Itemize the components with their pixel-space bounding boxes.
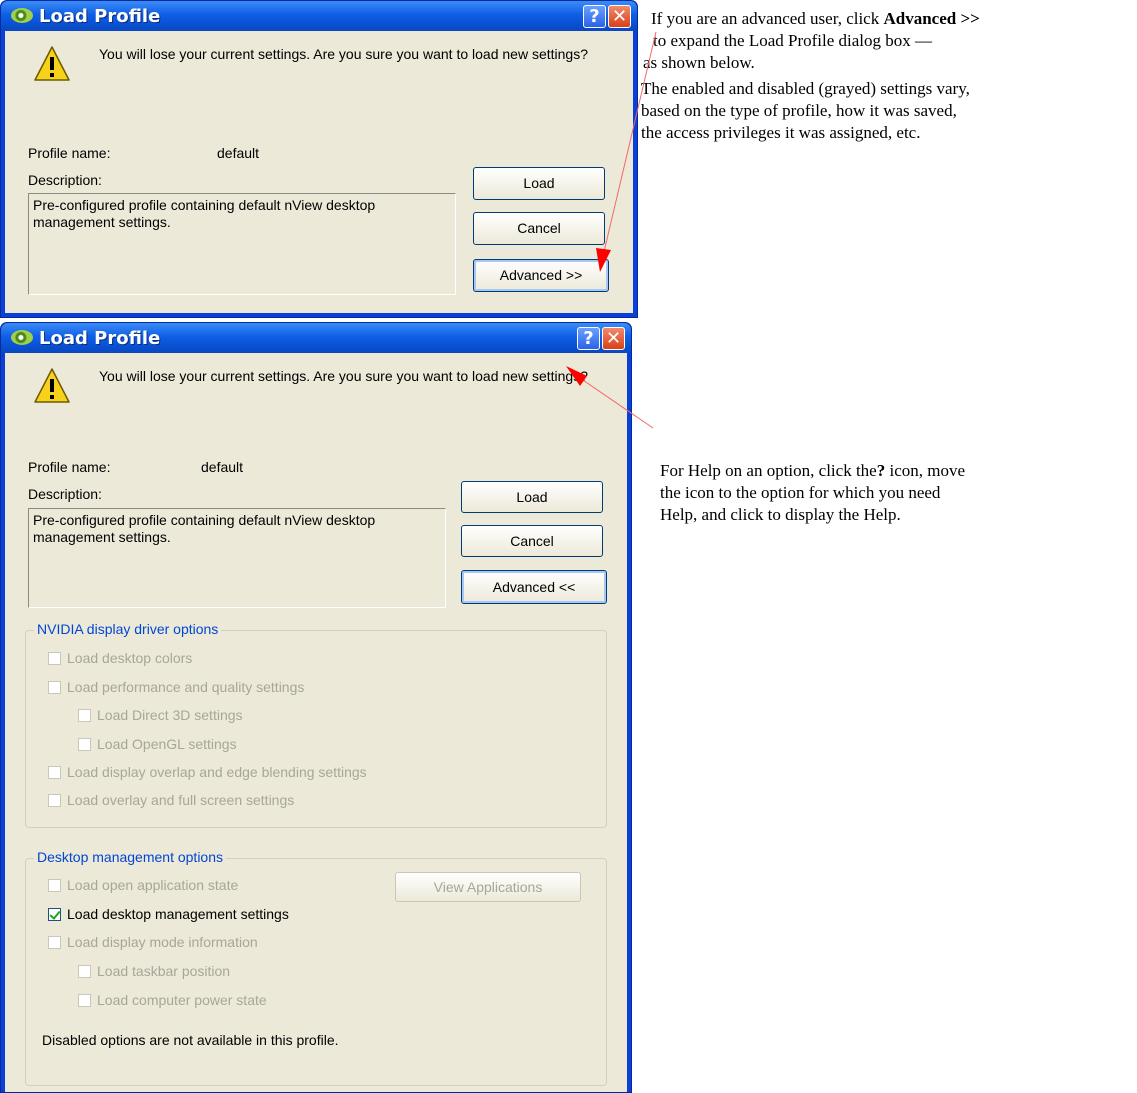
warning-message: You will lose your current settings. Are… xyxy=(99,46,588,62)
desktop-group-title: Desktop management options xyxy=(34,849,226,865)
nvidia-logo-icon xyxy=(11,330,33,345)
nvidia-options-group: NVIDIA display driver options Load deskt… xyxy=(25,621,607,828)
desktop-management-group: Desktop management options Load open app… xyxy=(25,849,607,1086)
help-icon[interactable]: ? xyxy=(577,327,600,350)
warning-icon xyxy=(34,46,70,81)
title-bar[interactable]: Load Profile ? ✕ xyxy=(1,323,631,353)
load-desktop-management-checkbox[interactable]: Load desktop management settings xyxy=(48,906,289,922)
profile-name-label: Profile name: xyxy=(28,145,111,161)
advanced-note-line1: If you are an advanced user, click Advan… xyxy=(651,9,980,28)
description-box[interactable]: Pre-configured profile containing defaul… xyxy=(28,193,456,295)
help-note-line2: the icon to the option for which you nee… xyxy=(660,483,941,502)
dialog-body: You will lose your current settings. Are… xyxy=(5,353,627,1092)
load-taskbar-position-checkbox[interactable]: Load taskbar position xyxy=(78,963,230,979)
advanced-note-line5: based on the type of profile, how it was… xyxy=(641,101,957,120)
warning-message: You will lose your current settings. Are… xyxy=(99,368,588,384)
load-direct3d-checkbox[interactable]: Load Direct 3D settings xyxy=(78,707,243,723)
description-label: Description: xyxy=(28,486,102,502)
advanced-note-line6: the access privileges it was assigned, e… xyxy=(641,123,921,142)
advanced-note: If you are an advanced user, click Advan… xyxy=(641,8,980,144)
close-icon[interactable]: ✕ xyxy=(602,327,625,350)
load-display-mode-checkbox[interactable]: Load display mode information xyxy=(48,934,258,950)
load-opengl-checkbox[interactable]: Load OpenGL settings xyxy=(78,736,237,752)
advanced-note-line4: The enabled and disabled (grayed) settin… xyxy=(641,79,970,98)
load-button[interactable]: Load xyxy=(473,167,605,200)
load-desktop-colors-checkbox[interactable]: Load desktop colors xyxy=(48,650,192,666)
advanced-note-line2: to expand the Load Profile dialog box — xyxy=(653,31,933,50)
disabled-options-note: Disabled options are not available in th… xyxy=(42,1032,339,1048)
load-display-overlap-checkbox[interactable]: Load display overlap and edge blending s… xyxy=(48,764,367,780)
profile-name-value: default xyxy=(201,459,244,475)
load-computer-power-state-checkbox[interactable]: Load computer power state xyxy=(78,992,267,1008)
view-applications-button[interactable]: View Applications xyxy=(395,872,581,902)
load-open-app-state-checkbox[interactable]: Load open application state xyxy=(48,877,238,893)
load-profile-dialog-collapsed: Load Profile ? ✕ You will lose your curr… xyxy=(0,0,638,318)
dialog-title: Load Profile xyxy=(39,328,161,349)
load-profile-dialog-expanded: Load Profile ? ✕ You will lose your curr… xyxy=(0,322,632,1093)
load-button[interactable]: Load xyxy=(461,481,603,513)
profile-name-value: default xyxy=(217,145,260,161)
profile-name-label: Profile name: xyxy=(28,459,111,475)
close-icon[interactable]: ✕ xyxy=(608,5,631,28)
nvidia-logo-icon xyxy=(11,8,33,23)
help-icon[interactable]: ? xyxy=(583,5,606,28)
help-note-line1: For Help on an option, click the? icon, … xyxy=(660,461,966,480)
dialog-body: You will lose your current settings. Are… xyxy=(5,31,633,313)
advanced-button[interactable]: Advanced << xyxy=(461,570,607,604)
description-label: Description: xyxy=(28,172,102,188)
load-performance-quality-checkbox[interactable]: Load performance and quality settings xyxy=(48,679,304,695)
cancel-button[interactable]: Cancel xyxy=(461,525,603,557)
description-box[interactable]: Pre-configured profile containing defaul… xyxy=(28,508,446,608)
nvidia-group-title: NVIDIA display driver options xyxy=(34,621,222,637)
title-bar[interactable]: Load Profile ? ✕ xyxy=(1,1,637,31)
advanced-button[interactable]: Advanced >> xyxy=(473,259,609,292)
cancel-button[interactable]: Cancel xyxy=(473,212,605,245)
help-note-line3: Help, and click to display the Help. xyxy=(660,505,901,524)
load-overlay-fullscreen-checkbox[interactable]: Load overlay and full screen settings xyxy=(48,792,294,808)
advanced-note-line3: as shown below. xyxy=(643,53,755,72)
help-note: For Help on an option, click the? icon, … xyxy=(660,460,965,526)
dialog-title: Load Profile xyxy=(39,6,161,27)
warning-icon xyxy=(34,368,70,403)
